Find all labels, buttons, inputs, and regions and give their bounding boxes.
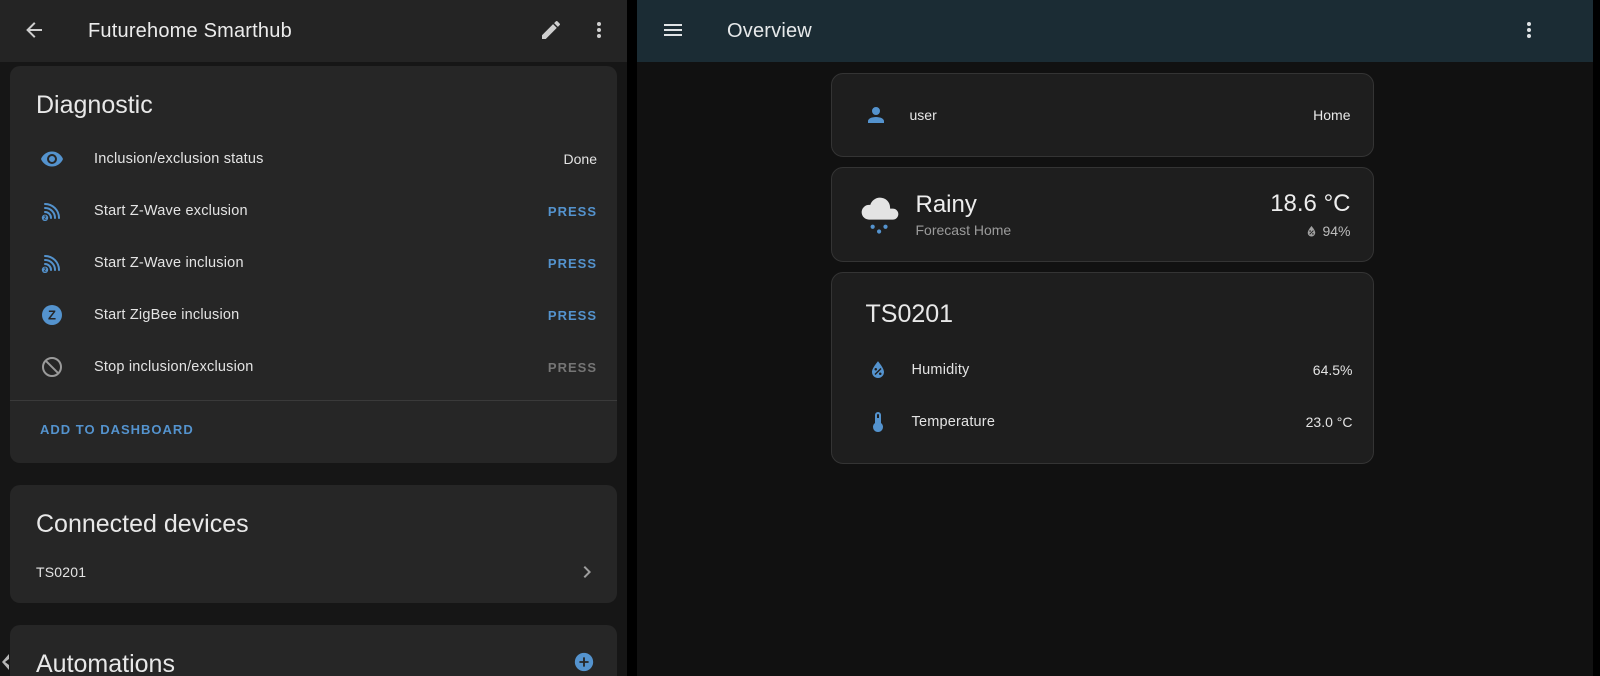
weather-main: Rainy Forecast Home	[916, 191, 1271, 238]
entity-state: 23.0 °C	[1306, 414, 1353, 430]
entity-label: Inclusion/exclusion status	[94, 151, 564, 167]
add-to-dashboard-button[interactable]: ADD TO DASHBOARD	[40, 422, 194, 437]
user-location: Home	[1313, 107, 1350, 123]
connected-devices-card: Connected devices TS0201	[10, 485, 617, 603]
weather-right: 18.6 °C 94%	[1270, 190, 1350, 239]
left-panel-content: Diagnostic Inclusion/exclusion status Do…	[0, 62, 627, 676]
thermometer-icon	[866, 410, 890, 434]
weather-subtitle: Forecast Home	[916, 222, 1271, 238]
automations-title: Automations	[10, 625, 199, 676]
account-icon	[864, 103, 888, 127]
diagnostic-card-footer: ADD TO DASHBOARD	[10, 400, 617, 459]
press-button[interactable]: PRESS	[548, 308, 597, 323]
zigbee-icon: Z	[40, 303, 64, 327]
press-button-disabled: PRESS	[548, 360, 597, 375]
edit-button[interactable]	[527, 7, 575, 55]
device-page-title: Futurehome Smarthub	[88, 20, 527, 43]
app-root: Futurehome Smarthub Diagnostic	[0, 0, 1600, 676]
overview-content: user Home Rainy Forecast Home	[637, 62, 1593, 676]
hamburger-menu-icon	[661, 18, 685, 45]
panel-divider	[627, 0, 637, 676]
diagnostic-card-title: Diagnostic	[10, 66, 617, 133]
page-title: Overview	[727, 20, 1505, 43]
entity-row-stop-inclusion[interactable]: Stop inclusion/exclusion PRESS	[10, 341, 617, 393]
water-percent-icon	[1304, 224, 1319, 239]
menu-button[interactable]	[649, 7, 697, 55]
svg-text:2: 2	[44, 268, 47, 274]
automations-card: Automations	[10, 625, 617, 676]
block-icon	[40, 355, 64, 379]
right-appbar: Overview	[637, 0, 1593, 62]
diagnostic-card: Diagnostic Inclusion/exclusion status Do…	[10, 66, 617, 463]
left-appbar: Futurehome Smarthub	[0, 0, 627, 62]
weather-card[interactable]: Rainy Forecast Home 18.6 °C 94%	[831, 167, 1374, 262]
entity-state: 64.5%	[1313, 362, 1353, 378]
device-name: TS0201	[36, 564, 86, 580]
svg-text:Z: Z	[48, 308, 56, 323]
user-name: user	[910, 107, 1314, 123]
dots-vertical-icon	[1517, 18, 1541, 45]
entity-row-zwave-inclusion[interactable]: 2 Start Z-Wave inclusion PRESS	[10, 237, 617, 289]
press-button[interactable]: PRESS	[548, 256, 597, 271]
right-overflow-menu-button[interactable]	[1505, 7, 1553, 55]
back-gesture-hint-icon	[0, 654, 9, 670]
entity-label: Stop inclusion/exclusion	[94, 359, 548, 375]
entity-row-humidity[interactable]: Humidity 64.5%	[832, 344, 1373, 396]
weather-rainy-icon	[858, 193, 902, 237]
weather-condition: Rainy	[916, 191, 1271, 219]
entity-label: Humidity	[912, 362, 1313, 378]
entity-label: Temperature	[912, 414, 1306, 430]
svg-text:2: 2	[44, 216, 47, 222]
weather-temperature: 18.6 °C	[1270, 190, 1350, 218]
z-wave-icon: 2	[40, 251, 64, 275]
right-edge-strip	[1593, 0, 1600, 676]
automations-card-header: Automations	[10, 625, 617, 676]
dots-vertical-icon	[587, 18, 611, 45]
user-card[interactable]: user Home	[831, 73, 1374, 157]
humidity-icon	[866, 358, 890, 382]
chevron-right-icon	[575, 560, 599, 584]
left-overflow-menu-button[interactable]	[575, 7, 623, 55]
back-button[interactable]	[10, 7, 58, 55]
press-button[interactable]: PRESS	[548, 204, 597, 219]
ts0201-card-title: TS0201	[832, 273, 1373, 344]
device-page-panel: Futurehome Smarthub Diagnostic	[0, 0, 627, 676]
entity-row-inclusion-status[interactable]: Inclusion/exclusion status Done	[10, 133, 617, 185]
z-wave-icon: 2	[40, 199, 64, 223]
eye-icon	[40, 147, 64, 171]
entity-row-zigbee-inclusion[interactable]: Z Start ZigBee inclusion PRESS	[10, 289, 617, 341]
entity-state: Done	[564, 151, 597, 167]
ts0201-card: TS0201 Humidity 64.5% Temperature 23.0 °…	[831, 272, 1374, 464]
entity-row-temperature[interactable]: Temperature 23.0 °C	[832, 396, 1373, 448]
weather-humidity: 94%	[1304, 223, 1350, 239]
entity-label: Start Z-Wave inclusion	[94, 255, 548, 271]
overview-panel: Overview user Home	[637, 0, 1593, 676]
add-automation-icon[interactable]	[573, 651, 595, 673]
connected-devices-title: Connected devices	[10, 485, 617, 552]
pencil-icon	[539, 18, 563, 45]
weather-humidity-value: 94%	[1322, 223, 1350, 239]
entity-label: Start Z-Wave exclusion	[94, 203, 548, 219]
connected-device-item[interactable]: TS0201	[10, 552, 617, 603]
arrow-left-icon	[22, 18, 46, 45]
entity-label: Start ZigBee inclusion	[94, 307, 548, 323]
entity-row-zwave-exclusion[interactable]: 2 Start Z-Wave exclusion PRESS	[10, 185, 617, 237]
